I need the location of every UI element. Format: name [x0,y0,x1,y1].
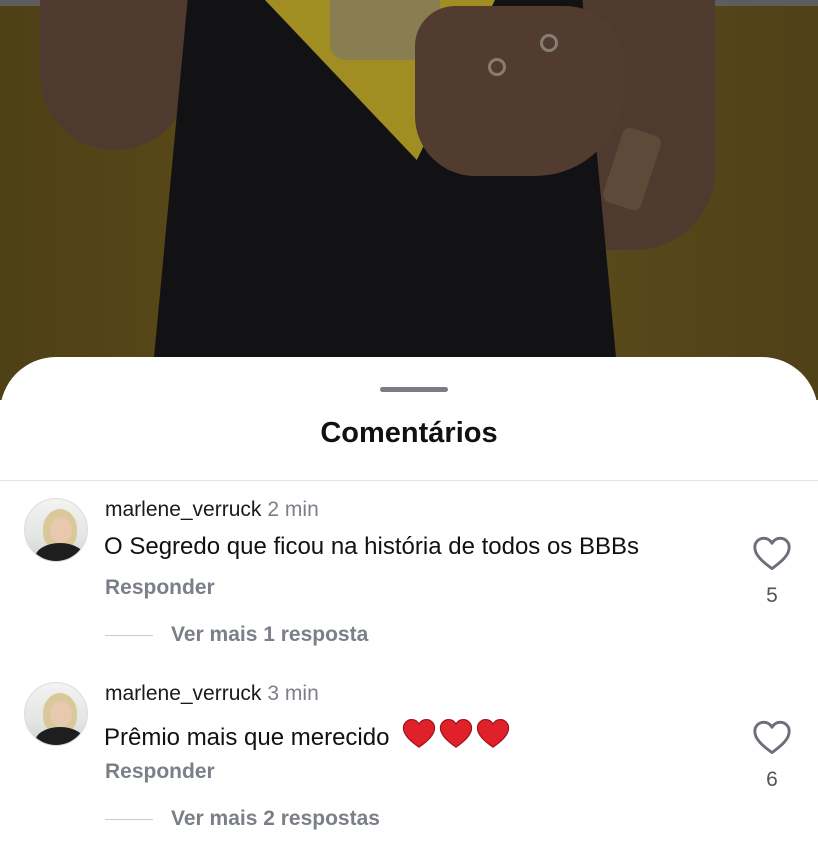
heart-outline-icon[interactable] [752,535,792,571]
red-heart-emoji-icon [439,718,473,748]
reply-button[interactable]: Responder [105,760,215,784]
view-more-replies-label: Ver mais 2 respostas [171,807,380,830]
like-count: 5 [766,584,778,607]
red-heart-emoji-icon [402,718,436,748]
replies-line [105,818,153,820]
comment-text: O Segredo que ficou na história de todos… [104,533,639,560]
comment-text-row: Prêmio mais que merecido [104,717,513,756]
view-more-replies[interactable]: Ver mais 1 resposta [105,623,368,647]
sheet-grabber[interactable] [380,387,448,392]
like-count: 6 [766,768,778,791]
comments-sheet: Comentários marlene_verruck 2 min O Segre… [0,357,818,847]
replies-line [105,634,153,636]
username-text[interactable]: marlene_verruck [105,498,261,521]
comment-text: Prêmio mais que merecido [104,724,390,751]
avatar[interactable] [24,682,88,746]
avatar[interactable] [24,498,88,562]
heart-emojis [402,717,513,756]
comment-time: 3 min [267,682,319,705]
reply-button[interactable]: Responder [105,576,215,600]
video-background [0,0,818,400]
comment-username[interactable]: marlene_verruck 2 min [105,498,319,522]
heart-outline-icon[interactable] [752,719,792,755]
comment-item: marlene_verruck 2 min O Segredo que ficou… [0,498,818,668]
comment-time: 2 min [267,498,319,521]
sheet-divider [0,480,818,481]
view-more-replies-label: Ver mais 1 resposta [171,623,369,646]
sheet-title: Comentários [320,417,498,449]
view-more-replies[interactable]: Ver mais 2 respostas [105,807,380,831]
username-text[interactable]: marlene_verruck [105,682,261,705]
comment-username[interactable]: marlene_verruck 3 min [105,682,319,706]
red-heart-emoji-icon [476,718,510,748]
comment-item: marlene_verruck 3 min Prêmio mais que mer… [0,682,818,847]
video-overlay [0,0,818,400]
